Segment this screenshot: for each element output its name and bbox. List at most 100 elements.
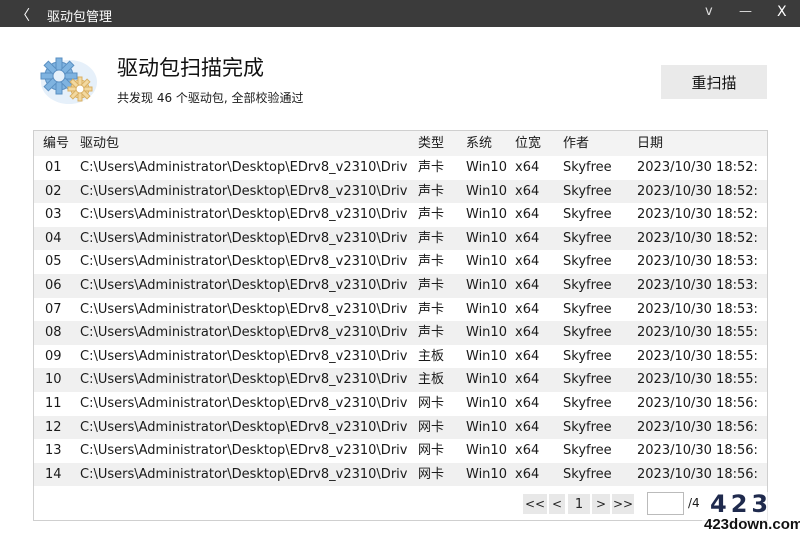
table-row[interactable]: 07 C:\Users\Administrator\Desktop\EDrv8_v… [34, 298, 767, 322]
cell-number: 08 [45, 325, 62, 341]
cell-type: 声卡 [418, 230, 445, 246]
table-row[interactable]: 13 C:\Users\Administrator\Desktop\EDrv8_v… [34, 439, 767, 463]
cell-author: Skyfree [563, 466, 612, 482]
cell-package: C:\Users\Administrator\Desktop\EDrv8_v23… [80, 466, 408, 482]
table-row[interactable]: 12 C:\Users\Administrator\Desktop\EDrv8_v… [34, 415, 767, 440]
table-row[interactable]: 10 C:\Users\Administrator\Desktop\EDrv8_v… [34, 368, 767, 392]
cell-system: Win10 [466, 466, 507, 482]
cell-date: 2023/10/30 18:53:4 [637, 301, 757, 317]
cell-package: C:\Users\Administrator\Desktop\EDrv8_v23… [80, 207, 408, 223]
cell-date: 2023/10/30 18:53:3 [637, 278, 757, 293]
cell-arch: x64 [515, 278, 540, 293]
last-page-button[interactable]: >> [612, 494, 634, 514]
table-row[interactable]: 03 C:\Users\Administrator\Desktop\EDrv8_v… [34, 203, 767, 227]
col-header-author[interactable]: 作者 [563, 131, 633, 156]
cell-type: 网卡 [418, 396, 445, 411]
table-row[interactable]: 08 C:\Users\Administrator\Desktop\EDrv8_v… [34, 321, 767, 345]
cell-package: C:\Users\Administrator\Desktop\EDrv8_v23… [80, 254, 408, 270]
cell-number: 07 [45, 301, 62, 317]
cell-date: 2023/10/30 18:52:0 [637, 183, 757, 199]
col-header-type[interactable]: 类型 [418, 131, 462, 156]
cell-arch: x64 [515, 396, 540, 411]
cell-author: Skyfree [563, 207, 612, 223]
cell-type: 声卡 [418, 325, 445, 341]
cell-package: C:\Users\Administrator\Desktop\EDrv8_v23… [80, 419, 408, 435]
cell-number: 02 [45, 183, 62, 199]
page-input[interactable] [647, 492, 684, 515]
minimize-button[interactable]: v [705, 4, 713, 19]
cell-system: Win10 [466, 325, 507, 341]
cell-type: 主板 [418, 348, 445, 364]
cell-package: C:\Users\Administrator\Desktop\EDrv8_v23… [80, 372, 408, 388]
cell-type: 声卡 [418, 183, 445, 199]
cell-type: 网卡 [418, 443, 445, 459]
cell-number: 06 [45, 278, 62, 293]
cell-system: Win10 [466, 183, 507, 199]
cell-system: Win10 [466, 254, 507, 270]
close-button[interactable]: X [777, 4, 787, 20]
cell-date: 2023/10/30 18:55:2 [637, 348, 757, 364]
cell-package: C:\Users\Administrator\Desktop\EDrv8_v23… [80, 348, 408, 364]
table-row[interactable]: 02 C:\Users\Administrator\Desktop\EDrv8_v… [34, 179, 767, 204]
rescan-button[interactable]: 重扫描 [661, 65, 767, 99]
table-row[interactable]: 05 C:\Users\Administrator\Desktop\EDrv8_v… [34, 250, 767, 274]
cell-date: 2023/10/30 18:52:4 [637, 230, 757, 246]
cell-package: C:\Users\Administrator\Desktop\EDrv8_v23… [80, 325, 408, 341]
cell-number: 14 [45, 466, 62, 482]
cell-date: 2023/10/30 18:52:0 [637, 160, 757, 175]
table-row[interactable]: 04 C:\Users\Administrator\Desktop\EDrv8_v… [34, 226, 767, 251]
watermark-number: 423 [710, 490, 773, 518]
prev-page-button[interactable]: < [549, 494, 565, 514]
cell-system: Win10 [466, 160, 507, 175]
cell-date: 2023/10/30 18:56:0 [637, 396, 757, 411]
cell-system: Win10 [466, 443, 507, 459]
cell-number: 01 [45, 160, 62, 175]
cell-system: Win10 [466, 396, 507, 411]
cell-author: Skyfree [563, 254, 612, 270]
col-header-package[interactable]: 驱动包 [80, 131, 408, 156]
col-header-system[interactable]: 系统 [466, 131, 512, 156]
cell-system: Win10 [466, 230, 507, 246]
cell-type: 声卡 [418, 160, 445, 175]
driver-table: 编号 驱动包 类型 系统 位宽 作者 日期 01 C:\Users\Adminis… [33, 130, 768, 521]
cell-author: Skyfree [563, 419, 612, 435]
cell-date: 2023/10/30 18:55:2 [637, 372, 757, 388]
cell-author: Skyfree [563, 325, 612, 341]
cell-number: 13 [45, 443, 62, 459]
cell-number: 04 [45, 230, 62, 246]
restore-button[interactable]: — [739, 4, 752, 19]
cell-system: Win10 [466, 207, 507, 223]
back-button[interactable]: 〈 [16, 5, 30, 25]
table-row[interactable]: 06 C:\Users\Administrator\Desktop\EDrv8_v… [34, 274, 767, 298]
cell-author: Skyfree [563, 372, 612, 388]
table-row[interactable]: 01 C:\Users\Administrator\Desktop\EDrv8_v… [34, 156, 767, 180]
col-header-date[interactable]: 日期 [637, 131, 757, 156]
cell-number: 12 [45, 419, 62, 435]
table-header: 编号 驱动包 类型 系统 位宽 作者 日期 [34, 131, 767, 156]
cell-author: Skyfree [563, 160, 612, 175]
table-row[interactable]: 14 C:\Users\Administrator\Desktop\EDrv8_v… [34, 462, 767, 487]
current-page-button[interactable]: 1 [568, 494, 590, 514]
cell-package: C:\Users\Administrator\Desktop\EDrv8_v23… [80, 183, 408, 199]
cell-package: C:\Users\Administrator\Desktop\EDrv8_v23… [80, 278, 408, 293]
cell-package: C:\Users\Administrator\Desktop\EDrv8_v23… [80, 160, 408, 175]
cell-type: 主板 [418, 372, 445, 388]
page-total: /4 [688, 496, 700, 510]
first-page-button[interactable]: << [523, 494, 547, 514]
col-header-number[interactable]: 编号 [43, 131, 83, 156]
cell-date: 2023/10/30 18:53:0 [637, 254, 757, 270]
cell-system: Win10 [466, 301, 507, 317]
title-bar: 〈 驱动包管理 v — X [0, 0, 800, 27]
cell-system: Win10 [466, 348, 507, 364]
col-header-arch[interactable]: 位宽 [515, 131, 559, 156]
table-row[interactable]: 11 C:\Users\Administrator\Desktop\EDrv8_v… [34, 392, 767, 416]
scan-summary: 共发现 46 个驱动包, 全部校验通过 [117, 91, 304, 105]
cell-arch: x64 [515, 230, 540, 246]
cell-date: 2023/10/30 18:56:2 [637, 466, 757, 482]
table-row[interactable]: 09 C:\Users\Administrator\Desktop\EDrv8_v… [34, 345, 767, 369]
next-page-button[interactable]: > [592, 494, 610, 514]
cell-number: 09 [45, 348, 62, 364]
cell-arch: x64 [515, 301, 540, 317]
cell-arch: x64 [515, 419, 540, 435]
cell-arch: x64 [515, 254, 540, 270]
